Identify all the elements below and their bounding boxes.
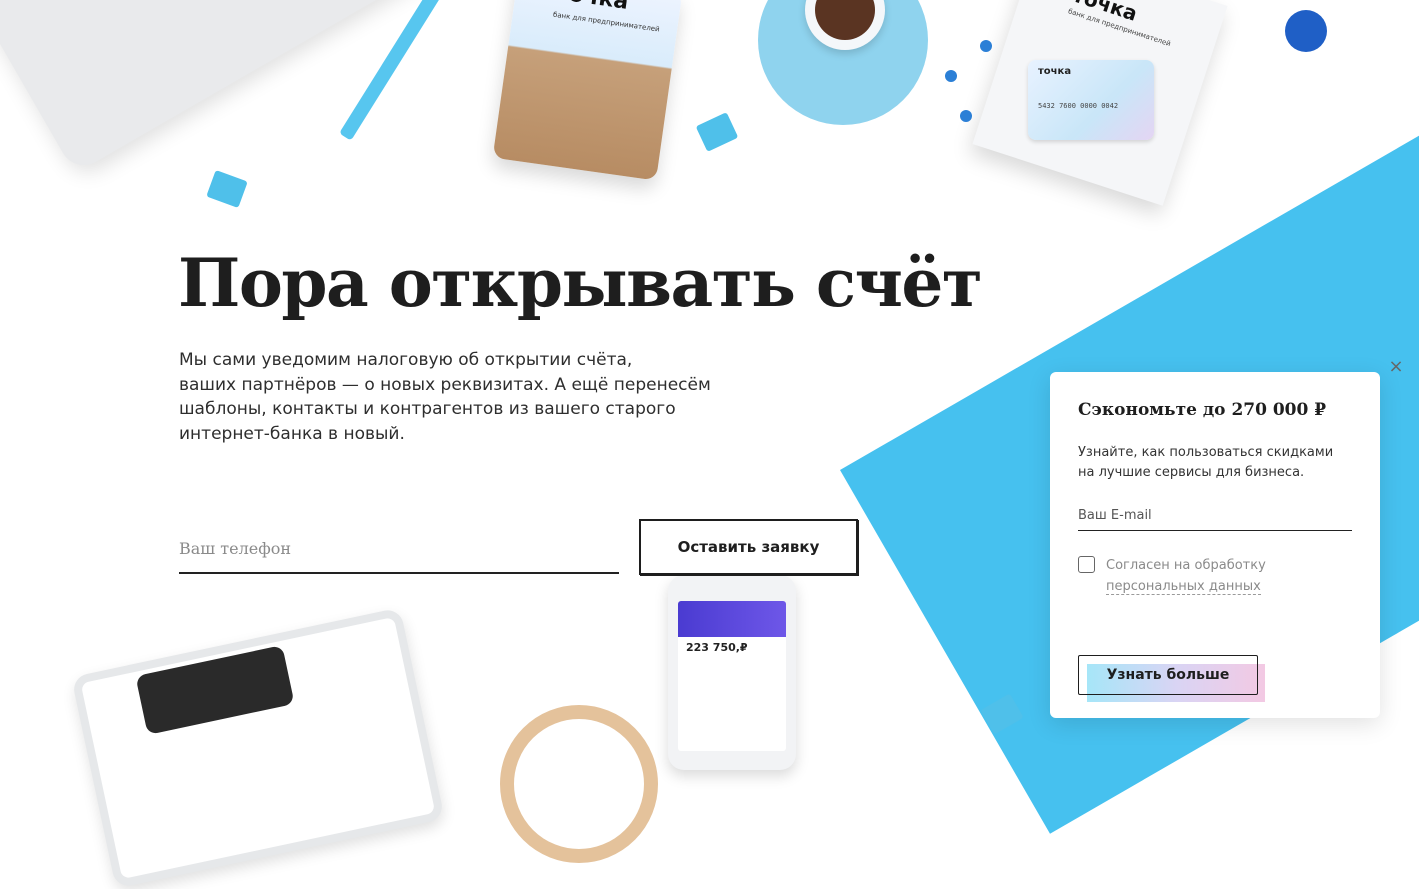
bank-card-image: точка 5432 7600 0000 0042 xyxy=(1028,60,1154,140)
push-pin-icon xyxy=(980,40,992,52)
phone-input[interactable] xyxy=(179,524,619,574)
tape-roll-image xyxy=(500,705,658,863)
bank-card-brand: точка xyxy=(1038,66,1072,77)
push-pin-icon xyxy=(945,70,957,82)
popup-description-line: на лучшие сервисы для бизнеса. xyxy=(1078,465,1305,480)
phone-screen: 223 750,₽ xyxy=(678,601,786,751)
hero-description-line: интернет-банка в новый. xyxy=(179,423,405,444)
hero-description-line: шаблоны, контакты и контрагентов из ваше… xyxy=(179,399,676,419)
popup-description-line: Узнайте, как пользоваться скидками xyxy=(1078,445,1334,460)
phone-balance: 223 750,₽ xyxy=(686,641,748,654)
promo-popup: Сэкономьте до 270 000 ₽ Узнайте, как пол… xyxy=(1050,372,1380,718)
page-title: Пора открывать счёт xyxy=(178,244,983,322)
hero-description-line: ваших партнёров — о новых реквизитах. А … xyxy=(179,374,711,395)
hero-description: Мы сами уведомим налоговую об открытии с… xyxy=(179,348,719,446)
consent-label: Согласен на обработку персональных данны… xyxy=(1106,555,1266,597)
blue-figurine-image xyxy=(1285,10,1327,52)
binder-clip-icon xyxy=(695,112,739,152)
close-icon[interactable]: × xyxy=(1387,357,1405,377)
pen-image xyxy=(339,0,463,141)
phone-app-header xyxy=(678,601,786,637)
popup-title: Сэкономьте до 270 000 ₽ xyxy=(1078,400,1327,420)
consent-checkbox[interactable] xyxy=(1078,556,1095,573)
smartphone-image: 223 750,₽ xyxy=(668,575,796,770)
push-pin-icon xyxy=(960,110,972,122)
binder-clip-icon xyxy=(206,170,248,208)
hero-description-line: Мы сами уведомим налоговую об открытии с… xyxy=(179,350,633,370)
branded-tube-image: точка банк для предпринимателей xyxy=(492,0,683,181)
personal-data-link[interactable]: персональных данных xyxy=(1106,579,1261,595)
tube-tagline: банк для предпринимателей xyxy=(552,10,661,34)
consent-text: Согласен на обработку xyxy=(1106,558,1266,573)
bank-card-number: 5432 7600 0000 0042 xyxy=(1038,102,1119,110)
email-input[interactable] xyxy=(1078,500,1352,531)
popup-description: Узнайте, как пользоваться скидками на лу… xyxy=(1078,443,1358,483)
submit-application-button[interactable]: Оставить заявку xyxy=(639,519,858,575)
learn-more-button[interactable]: Узнать больше xyxy=(1078,655,1258,695)
